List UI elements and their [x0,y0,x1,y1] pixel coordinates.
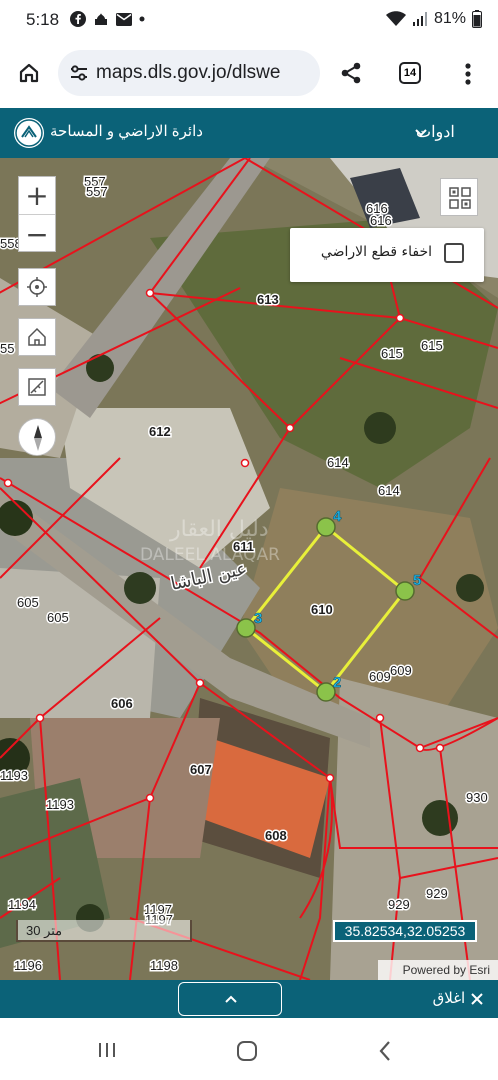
hide-parcels-label: اخفاء قطع الاراضي [320,244,432,260]
status-time: 5:18 [26,10,60,29]
close-button[interactable]: اغلاق [433,989,484,1007]
scale-bar: 30 متر [16,920,192,942]
browser-toolbar: maps.dls.gov.jo/dlswe 14 [0,40,498,108]
coordinate-readout: 35.82534,32.05253 [333,920,477,942]
zoom-control: + − [18,176,56,252]
scale-label: 30 متر [26,923,63,938]
chevron-down-icon[interactable] [415,128,427,138]
address-bar[interactable]: maps.dls.gov.jo/dlswe [58,50,320,96]
screen: 5:18 81% maps.dls.gov.jo/dlswe 14 دائرة … [0,0,498,1080]
parcel-number: 1194 [8,897,36,912]
locate-icon [27,277,47,297]
parcel-number: 609 [369,669,391,684]
battery-icon [472,10,482,28]
map-view[interactable]: 4 5 3 2 دليل العقار DALEEL ALAQAR عين ال… [0,158,498,980]
parcel-number: 1193 [46,797,74,812]
parcel-number: 614 [327,455,349,470]
parcel-number: 1193 [0,768,28,783]
tabs-icon[interactable]: 14 [399,62,421,84]
more-icon[interactable] [464,62,472,86]
back-icon[interactable] [378,1040,392,1062]
parcel-number: 616 [370,213,392,228]
site-settings-icon[interactable] [70,65,88,81]
app-header: دائرة الاراضي و المساحة ادوات [0,108,498,158]
battery-percent: 81% [433,10,466,27]
compass-icon [34,425,42,451]
hide-parcels-checkbox[interactable] [444,243,464,263]
status-right: 81% [385,10,482,28]
share-icon[interactable] [339,61,363,85]
mail-icon [116,12,132,26]
dls-logo-icon [14,118,44,148]
parcel-number: 615 [421,338,443,353]
status-bar: 5:18 81% [0,0,498,40]
wifi-icon [385,11,406,26]
parcel-number: 611 [233,539,254,554]
parcel-number: 557 [86,184,108,199]
grid-icon [449,187,471,209]
basemap-gallery-button[interactable] [440,178,478,216]
app-title: دائرة الاراضي و المساحة [50,123,203,140]
zoom-in-button[interactable]: + [19,177,55,215]
home-icon[interactable] [18,62,40,84]
parcel-number: 612 [149,424,171,439]
home-extent-button[interactable] [18,318,56,356]
parcel-number: 613 [257,292,279,307]
measure-button[interactable] [18,368,56,406]
parcel-number: 609 [390,663,412,678]
parcel-number: 607 [190,762,212,777]
close-icon [471,992,483,1005]
parcel-number: 605 [47,610,69,625]
parcel-number: 930 [466,790,488,805]
close-label: اغلاق [432,989,466,1007]
bottom-bar: اغلاق [0,980,498,1018]
signal-icon [412,12,427,26]
zoom-out-button[interactable]: − [19,215,55,253]
parcel-number: 615 [381,346,403,361]
expand-panel-button[interactable] [178,982,282,1016]
dot-icon [139,16,145,22]
system-nav-bar [0,1018,498,1080]
parcel-number: 929 [426,886,448,901]
facebook-icon [70,11,86,27]
home-nav-icon[interactable] [236,1040,258,1062]
compass-button[interactable] [18,418,56,456]
parcel-number: 1198 [150,958,178,973]
parcel-number: 606 [111,696,133,711]
esri-attribution[interactable]: Powered by Esri [378,960,498,980]
parcel-number: 55 [0,341,14,356]
parcel-number: 614 [378,483,400,498]
parcel-number: 1196 [14,958,42,973]
mosque-icon [95,13,107,25]
chevron-up-icon [225,995,237,1003]
url-text: maps.dls.gov.jo/dlswe [96,62,281,83]
locate-button[interactable] [18,268,56,306]
parcel-number: 608 [265,828,287,843]
recents-icon[interactable] [97,1041,117,1059]
hide-parcels-panel: اخفاء قطع الاراضي [290,228,484,282]
house-icon [28,327,46,346]
parcel-number: 929 [388,897,410,912]
measure-icon [28,378,46,396]
parcel-number: 610 [311,602,333,617]
parcel-number: 605 [17,595,39,610]
notification-icons [70,11,145,27]
